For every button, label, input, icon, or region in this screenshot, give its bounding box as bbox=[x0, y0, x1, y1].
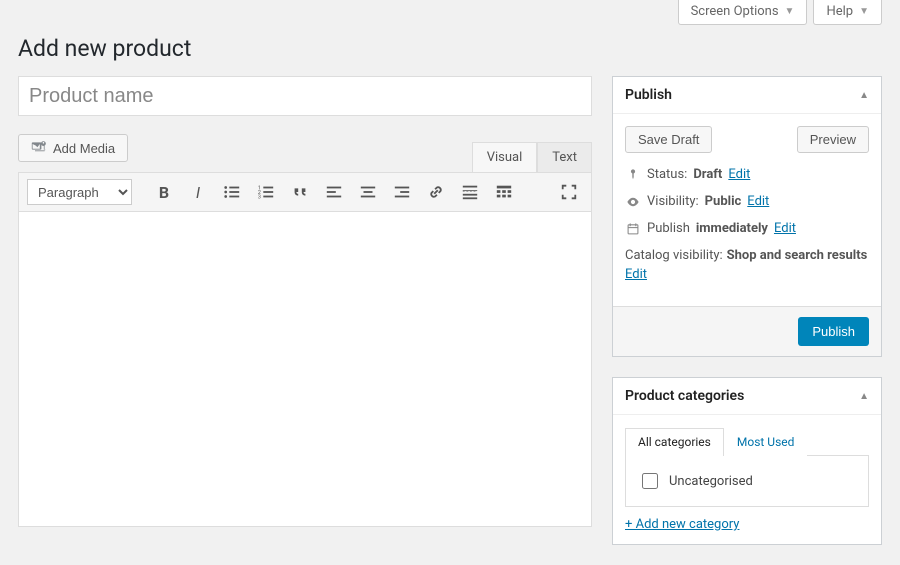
italic-button[interactable]: I bbox=[184, 179, 212, 205]
tab-most-used[interactable]: Most Used bbox=[724, 428, 808, 456]
svg-text:3: 3 bbox=[258, 194, 261, 200]
align-left-button[interactable] bbox=[320, 179, 348, 205]
eye-icon bbox=[625, 195, 641, 209]
save-draft-button[interactable]: Save Draft bbox=[625, 126, 712, 153]
publish-title: Publish bbox=[625, 87, 672, 103]
add-new-category-link[interactable]: + Add new category bbox=[625, 517, 739, 532]
link-button[interactable] bbox=[422, 179, 450, 205]
toolbar-toggle-button[interactable] bbox=[490, 179, 518, 205]
category-checkbox[interactable] bbox=[642, 473, 658, 489]
tab-all-categories[interactable]: All categories bbox=[625, 428, 724, 456]
edit-visibility-link[interactable]: Edit bbox=[747, 194, 769, 209]
product-categories-box: Product categories ▲ All categories Most… bbox=[612, 377, 882, 545]
read-more-button[interactable] bbox=[456, 179, 484, 205]
screen-options-tab[interactable]: Screen Options ▼ bbox=[678, 0, 808, 25]
categories-title: Product categories bbox=[625, 388, 744, 404]
numbered-list-button[interactable]: 123 bbox=[252, 179, 280, 205]
format-select[interactable]: Paragraph bbox=[27, 179, 132, 205]
pin-icon bbox=[625, 168, 641, 182]
bullet-list-button[interactable] bbox=[218, 179, 246, 205]
product-name-input[interactable] bbox=[18, 76, 592, 116]
help-tab[interactable]: Help ▼ bbox=[813, 0, 882, 25]
align-center-button[interactable] bbox=[354, 179, 382, 205]
calendar-icon bbox=[625, 222, 641, 236]
media-icon bbox=[31, 140, 47, 156]
publish-button[interactable]: Publish bbox=[798, 317, 869, 346]
edit-publish-date-link[interactable]: Edit bbox=[774, 221, 796, 236]
preview-button[interactable]: Preview bbox=[797, 126, 869, 153]
toggle-icon[interactable]: ▲ bbox=[859, 90, 869, 101]
edit-status-link[interactable]: Edit bbox=[728, 167, 750, 182]
editor-tab-visual[interactable]: Visual bbox=[472, 142, 538, 172]
add-media-button[interactable]: Add Media bbox=[18, 134, 128, 162]
fullscreen-button[interactable] bbox=[555, 179, 583, 205]
toggle-icon[interactable]: ▲ bbox=[859, 391, 869, 402]
category-uncategorised[interactable]: Uncategorised bbox=[638, 470, 856, 492]
editor-body[interactable] bbox=[18, 212, 592, 527]
align-right-button[interactable] bbox=[388, 179, 416, 205]
chevron-down-icon: ▼ bbox=[859, 6, 869, 17]
page-title: Add new product bbox=[18, 35, 882, 62]
chevron-down-icon: ▼ bbox=[785, 6, 795, 17]
editor-tab-text[interactable]: Text bbox=[537, 142, 592, 172]
bold-button[interactable]: B bbox=[150, 179, 178, 205]
edit-catalog-link[interactable]: Edit bbox=[625, 267, 869, 282]
publish-box: Publish ▲ Save Draft Preview Status: Dra… bbox=[612, 76, 882, 357]
quote-button[interactable] bbox=[286, 179, 314, 205]
